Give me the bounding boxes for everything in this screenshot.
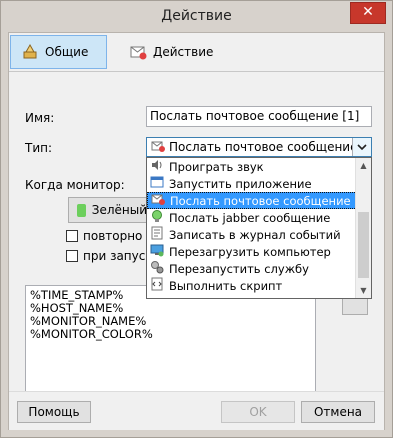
dropdown-item-reboot[interactable]: Перезагрузить компьютер <box>147 243 371 260</box>
tab-general[interactable]: Общие <box>10 35 107 69</box>
memo-line: %MONITOR_COLOR% <box>30 327 153 341</box>
dropdown-item-restart-service[interactable]: Перезапустить службу <box>147 260 371 277</box>
scrollbar-thumb[interactable] <box>358 212 369 278</box>
gears-icon <box>150 260 164 277</box>
dropdown-item-label: Перезапустить службу <box>169 261 309 276</box>
status-color-label: Зелёный <box>91 203 147 217</box>
title-bar: Действие ✕ <box>1 1 392 32</box>
dropdown-item-label: Послать почтовое сообщение <box>170 193 351 208</box>
dropdown-item-send-jabber[interactable]: Послать jabber сообщение <box>147 209 371 226</box>
log-icon <box>150 226 164 243</box>
script-icon <box>150 277 164 294</box>
dropdown-item-label: Записать в журнал событий <box>169 227 341 242</box>
type-dropdown-list[interactable]: Проиграть звук Запустить приложение Посл… <box>146 157 372 299</box>
button-bar: Помощь OK Отмена <box>9 391 384 430</box>
dropdown-item-label: Проиграть звук <box>169 159 264 174</box>
dropdown-item-label: Выполнить скрипт <box>169 278 283 293</box>
status-color-button[interactable]: Зелёный <box>68 197 148 223</box>
name-label: Имя: <box>25 111 55 125</box>
tab-general-label: Общие <box>45 45 89 59</box>
message-template-textarea[interactable]: %TIME_STAMP% %HOST_NAME% %MONITOR_NAME% … <box>25 285 316 401</box>
dropdown-item-play-sound[interactable]: Проиграть звук <box>147 158 371 175</box>
type-select-value: Послать почтовое сообщение <box>169 140 352 154</box>
dropdown-item-label: Послать jabber сообщение <box>169 210 331 225</box>
tab-action[interactable]: Действие <box>119 35 229 69</box>
ok-button[interactable]: OK <box>221 401 295 423</box>
app-window-icon <box>150 175 164 192</box>
scroll-down-icon[interactable]: ▼ <box>356 283 371 298</box>
tab-bar: Общие Действие <box>9 33 384 72</box>
tab-action-label: Действие <box>153 45 214 59</box>
computer-icon <box>150 243 164 260</box>
green-status-swatch <box>77 203 86 217</box>
gear-tools-icon <box>21 43 39 61</box>
speaker-icon <box>150 158 164 175</box>
dropdown-item-send-mail[interactable]: Послать почтовое сообщение <box>147 192 371 209</box>
window-title: Действие <box>161 8 232 24</box>
scroll-up-icon[interactable]: ▲ <box>356 158 371 173</box>
dialog-client-area: Общие Действие Имя: Послать почтовое соо… <box>8 32 385 430</box>
on-start-checkbox[interactable] <box>66 250 78 262</box>
chevron-down-icon[interactable] <box>352 138 371 156</box>
cancel-button[interactable]: Отмена <box>301 401 375 423</box>
when-monitor-label: Когда монитор: <box>25 178 125 192</box>
mail-icon <box>151 140 165 155</box>
jabber-bulb-icon <box>150 209 164 226</box>
dropdown-item-write-log[interactable]: Записать в журнал событий <box>147 226 371 243</box>
mail-icon <box>151 192 165 209</box>
repeat-label: повторно <box>83 229 143 243</box>
dropdown-item-run-app[interactable]: Запустить приложение <box>147 175 371 192</box>
close-button[interactable]: ✕ <box>350 2 386 24</box>
dropdown-item-label: Запустить приложение <box>169 176 312 191</box>
help-button[interactable]: Помощь <box>17 401 91 423</box>
type-select[interactable]: Послать почтовое сообщение <box>146 137 372 157</box>
name-field[interactable]: Послать почтовое сообщение [1] <box>146 106 372 127</box>
dropdown-item-run-script[interactable]: Выполнить скрипт <box>147 277 371 294</box>
dropdown-item-label: Перезагрузить компьютер <box>169 244 331 259</box>
dialog-window: Действие ✕ Общие Действие Имя: Послать п… <box>0 0 393 438</box>
mail-icon <box>129 43 147 61</box>
repeat-checkbox[interactable] <box>66 230 78 242</box>
dropdown-scrollbar[interactable]: ▲ ▼ <box>355 158 371 298</box>
type-label: Тип: <box>25 141 53 155</box>
